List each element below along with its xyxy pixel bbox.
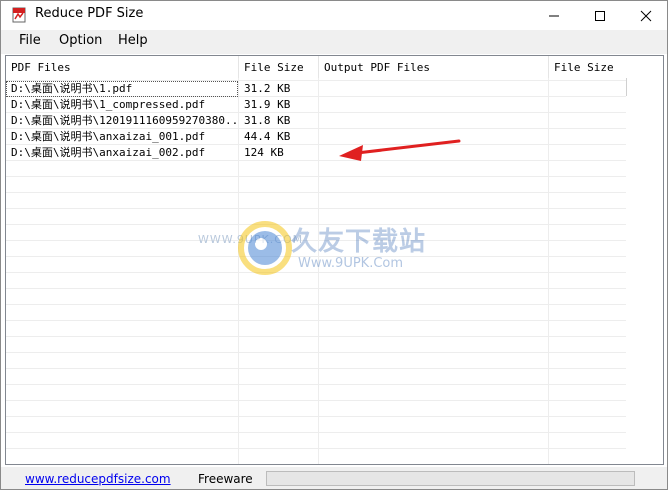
freeware-label: Freeware — [198, 472, 253, 486]
website-link[interactable]: www.reducepdfsize.com — [25, 472, 171, 486]
status-bar: www.reducepdfsize.com Freeware — [1, 467, 667, 489]
watermark-logo-icon — [238, 221, 292, 275]
progress-bar — [266, 471, 635, 486]
app-window: Reduce PDF Size File Option Help PDF Fil… — [0, 0, 668, 490]
watermark-brand-text: 久友下载站 — [291, 227, 427, 257]
watermark-url-text: Www.9UPK.Com — [298, 256, 404, 271]
